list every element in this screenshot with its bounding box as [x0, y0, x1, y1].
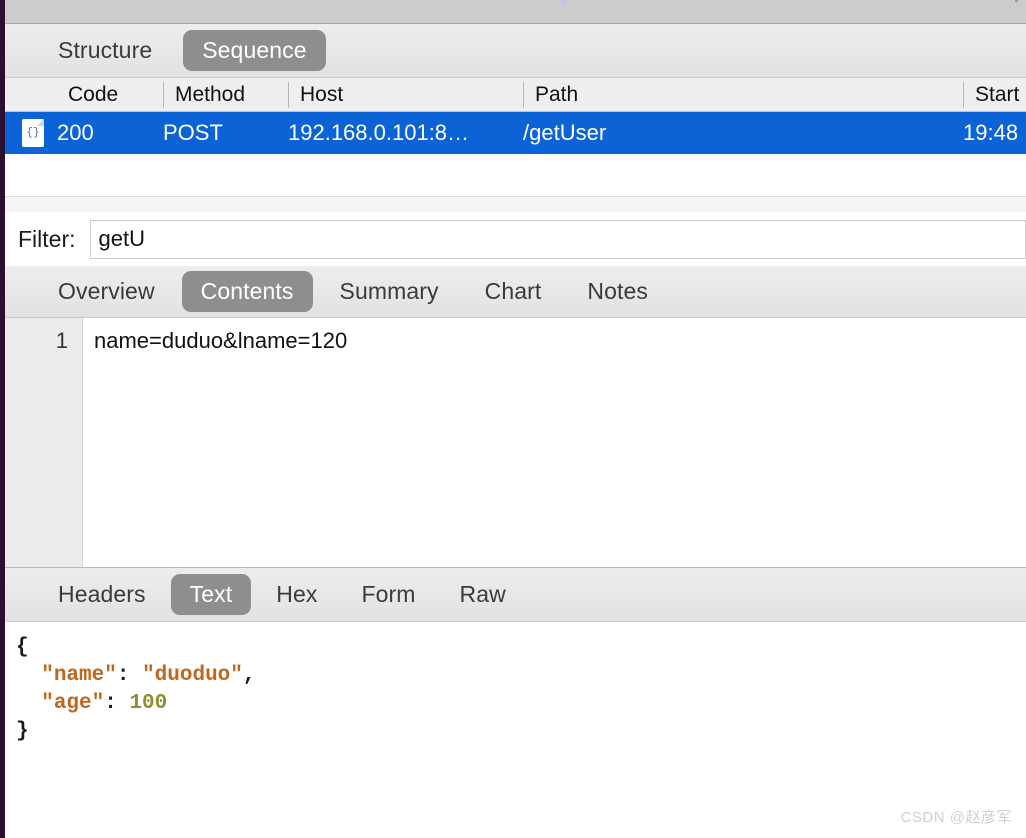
filter-bar: Filter:	[5, 212, 1026, 266]
json-colon-1: :	[104, 692, 130, 715]
json-value-age: 100	[129, 692, 168, 715]
json-open-brace: {	[16, 636, 29, 659]
json-key-age: "age"	[41, 692, 105, 715]
tab-structure[interactable]: Structure	[39, 30, 171, 71]
line-number-gutter: 1	[5, 318, 83, 567]
line-number: 1	[55, 328, 68, 353]
tab-contents[interactable]: Contents	[181, 271, 313, 312]
primary-tab-bar: Structure Sequence	[5, 24, 1026, 78]
tab-sequence[interactable]: Sequence	[183, 30, 326, 71]
column-header-method[interactable]: Method	[163, 81, 288, 108]
tab-hex[interactable]: Hex	[257, 574, 336, 615]
filter-input[interactable]	[89, 219, 1026, 259]
json-comma-0: ,	[242, 664, 256, 687]
tab-headers[interactable]: Headers	[39, 574, 165, 615]
table-row[interactable]: {} 200 POST 192.168.0.101:8… /getUser 19…	[5, 112, 1026, 154]
charles-proxy-window: Structure Sequence Code Method Host Path…	[0, 0, 1026, 838]
table-empty-area	[5, 154, 1026, 196]
tab-text[interactable]: Text	[170, 574, 252, 615]
tab-notes[interactable]: Notes	[568, 271, 667, 312]
cell-code: 200	[57, 120, 94, 145]
panel-divider	[5, 196, 1026, 212]
cell-host: 192.168.0.101:8…	[288, 120, 470, 145]
response-body-text[interactable]: { "name": "duoduo", "age": 100 }	[5, 622, 1026, 746]
column-header-code[interactable]: Code	[57, 82, 163, 108]
watermark: CSDN @赵彦军	[900, 809, 1012, 826]
request-contents-pane: 1 name=duduo&lname=120	[5, 318, 1026, 568]
column-header-path[interactable]: Path	[523, 81, 963, 108]
cell-path: /getUser	[523, 120, 607, 145]
tab-raw[interactable]: Raw	[441, 574, 525, 615]
json-close-brace: }	[16, 720, 29, 743]
detail-tab-bar: Overview Contents Summary Chart Notes	[5, 266, 1026, 318]
request-body-text[interactable]: name=duduo&lname=120	[83, 318, 1026, 567]
cell-method: POST	[163, 120, 223, 145]
cell-start: 19:48	[963, 120, 1019, 145]
request-table-header: Code Method Host Path Start	[5, 78, 1026, 112]
chrome-marker-left	[561, 0, 567, 3]
filter-label: Filter:	[18, 225, 76, 252]
body-tab-bar: Headers Text Hex Form Raw	[5, 568, 1026, 622]
json-colon-0: :	[116, 664, 143, 687]
tab-form[interactable]: Form	[342, 574, 434, 615]
window-chrome-strip	[5, 0, 1026, 24]
tab-chart[interactable]: Chart	[466, 271, 561, 312]
tab-summary[interactable]: Summary	[321, 271, 458, 312]
json-key-name: "name"	[41, 664, 117, 687]
tab-overview[interactable]: Overview	[39, 271, 174, 312]
chrome-marker-right	[1015, 0, 1018, 2]
column-header-host[interactable]: Host	[288, 81, 523, 108]
json-document-icon: {}	[22, 119, 44, 147]
json-value-name: "duoduo"	[142, 664, 243, 687]
column-header-start[interactable]: Start	[963, 81, 1026, 108]
